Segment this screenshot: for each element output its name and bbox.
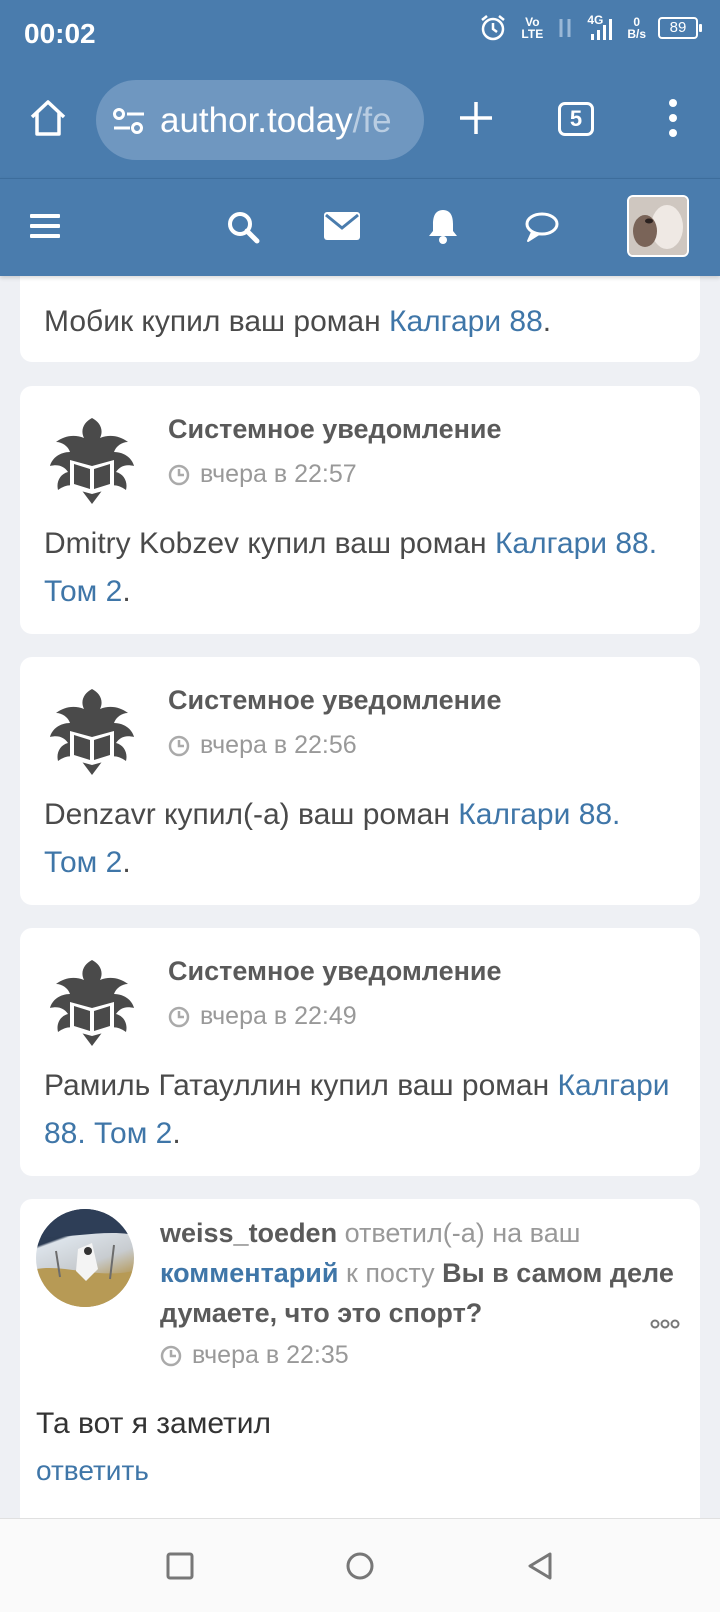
reply-notification-card: weiss_toeden ответил(-а) на ваш коммента… [20, 1199, 700, 1518]
system-logo-icon [50, 960, 134, 1046]
site-settings-icon[interactable] [112, 106, 146, 136]
notification-card: Системное уведомление вчера в 22:49 Рами… [20, 928, 700, 1176]
site-navbar [0, 178, 720, 276]
battery-indicator: 89 [658, 17, 702, 39]
comment-link[interactable]: комментарий [160, 1258, 339, 1288]
back-icon[interactable] [526, 1551, 554, 1581]
status-bar: 00:02 Vo LTE 4G 0 B/s 89 [0, 0, 720, 68]
signal-weak-icon [559, 19, 571, 37]
notification-title: Системное уведомление [168, 956, 502, 986]
system-logo-icon [50, 689, 134, 775]
clock-icon [160, 1345, 182, 1366]
more-menu-icon[interactable] [667, 98, 679, 138]
notifications-feed: Мобик купил ваш роман Калгари 88. Систем… [0, 276, 720, 1518]
clock-icon [168, 1006, 190, 1027]
bell-icon[interactable] [426, 208, 460, 244]
browser-toolbar: author.today/fe 5 [0, 68, 720, 178]
url-text: author.today/fe [160, 101, 392, 140]
signal-icon [591, 19, 613, 40]
notification-text: Рамиль Гатауллин купил ваш роман Калгари… [44, 1069, 670, 1150]
commenter-avatar[interactable] [36, 1209, 134, 1307]
alarm-icon [481, 15, 506, 41]
notification-text: Dmitry Kobzev купил ваш роман Калгари 88… [44, 527, 658, 608]
notification-text: Мобик купил ваш роман Калгари 88. [44, 305, 552, 338]
notification-card: Системное уведомление вчера в 22:56 Denz… [20, 657, 700, 905]
system-logo-icon [50, 418, 134, 504]
home-circle-icon[interactable] [345, 1551, 375, 1581]
chat-icon[interactable] [524, 211, 560, 243]
reply-time: вчера в 22:35 [160, 1341, 349, 1370]
clock-icon [168, 464, 190, 485]
clock-time: 00:02 [24, 18, 96, 49]
more-options-icon[interactable] [650, 1319, 680, 1329]
notification-time: вчера в 22:57 [168, 460, 357, 489]
notification-title: Системное уведомление [168, 685, 502, 715]
mail-icon[interactable] [324, 212, 360, 240]
clock-icon [168, 735, 190, 756]
data-rate: 0 B/s [627, 15, 646, 41]
status-icons: Vo LTE 4G 0 B/s 89 [479, 14, 702, 42]
reply-link[interactable]: ответить [36, 1455, 149, 1487]
notification-card: Системное уведомление вчера в 22:57 Dmit… [20, 386, 700, 634]
notification-card: Мобик купил ваш роман Калгари 88. [20, 276, 700, 362]
recents-icon[interactable] [166, 1552, 194, 1580]
username-link[interactable]: weiss_toeden [160, 1218, 337, 1248]
book-link[interactable]: Калгари 88 [389, 305, 543, 338]
comment-text: Та вот я заметил [36, 1407, 272, 1440]
notification-title: Системное уведомление [168, 414, 502, 444]
notification-time: вчера в 22:49 [168, 1002, 357, 1031]
notification-time: вчера в 22:56 [168, 731, 357, 760]
notification-text: Denzavr купил(-а) ваш роман Калгари 88. … [44, 798, 621, 879]
reply-summary: weiss_toeden ответил(-а) на ваш коммента… [160, 1218, 674, 1328]
avatar-photo [629, 197, 687, 255]
search-icon[interactable] [226, 210, 260, 244]
home-icon[interactable] [28, 98, 68, 138]
hamburger-menu-icon[interactable] [30, 213, 60, 239]
avatar-photo [36, 1209, 134, 1307]
network-4g: 4G [587, 14, 615, 42]
url-bar[interactable]: author.today/fe [96, 80, 424, 160]
system-navigation-bar [0, 1518, 720, 1612]
user-avatar[interactable] [627, 195, 689, 257]
volte-indicator: Vo LTE [521, 15, 544, 41]
tab-switcher-button[interactable]: 5 [558, 102, 594, 136]
new-tab-icon[interactable] [458, 100, 494, 136]
